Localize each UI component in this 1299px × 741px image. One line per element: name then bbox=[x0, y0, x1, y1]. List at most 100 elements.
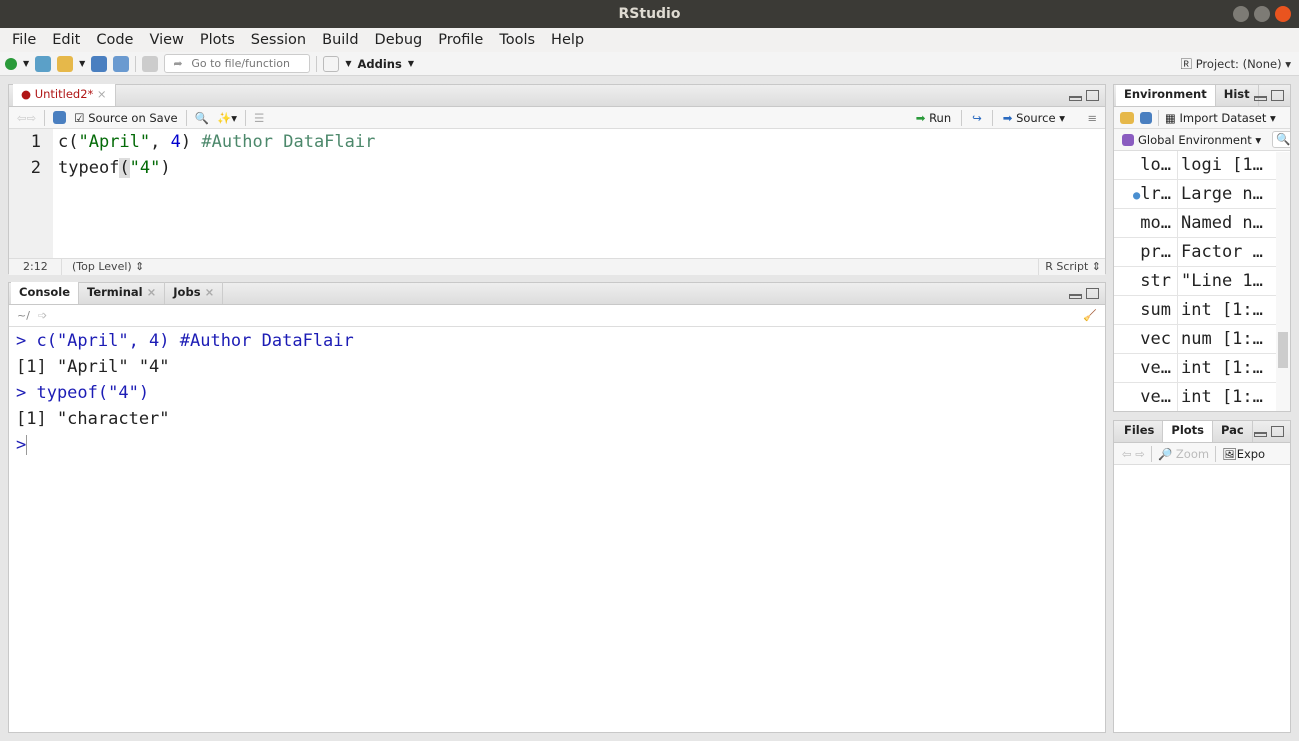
minimize-pane-icon[interactable] bbox=[1069, 294, 1082, 299]
tab-untitled2[interactable]: ● Untitled2* × bbox=[13, 84, 116, 106]
env-scrollbar[interactable] bbox=[1276, 152, 1290, 411]
rerun-icon[interactable]: ↪ bbox=[972, 111, 982, 125]
new-project-icon[interactable] bbox=[35, 55, 52, 72]
env-row[interactable]: mo… Named n… bbox=[1114, 209, 1277, 238]
import-label: Import Dataset bbox=[1179, 110, 1267, 125]
menu-help[interactable]: Help bbox=[543, 28, 592, 52]
env-row[interactable]: lo… logi [1… bbox=[1114, 151, 1277, 180]
search-icon[interactable]: 🔍 bbox=[195, 111, 209, 125]
menu-session[interactable]: Session bbox=[243, 28, 314, 52]
var-value: Factor … bbox=[1181, 242, 1263, 262]
go-to-directory-icon[interactable]: ➩ bbox=[38, 309, 47, 322]
run-button[interactable]: ➡ Run bbox=[916, 111, 951, 125]
outline-icon[interactable]: ☰ bbox=[254, 111, 264, 125]
source-on-save-label: Source on Save bbox=[88, 110, 178, 125]
wand-icon[interactable]: ✨▾ bbox=[217, 111, 237, 125]
layout-grid-icon[interactable] bbox=[323, 55, 340, 72]
maximize-pane-icon[interactable] bbox=[1271, 426, 1284, 437]
menu-debug[interactable]: Debug bbox=[367, 28, 431, 52]
zoom-button[interactable]: 🔎 Zoom bbox=[1158, 447, 1209, 461]
maximize-pane-icon[interactable] bbox=[1271, 90, 1284, 101]
tab-terminal[interactable]: Terminal × bbox=[79, 282, 166, 304]
scope-selector[interactable]: (Top Level) ⇕ bbox=[61, 259, 144, 275]
var-value: "Line 1… bbox=[1181, 271, 1263, 291]
new-file-icon[interactable] bbox=[5, 57, 17, 70]
tab-label: Untitled2* bbox=[34, 87, 94, 101]
tab-history[interactable]: Hist bbox=[1216, 85, 1259, 106]
open-file-icon[interactable] bbox=[57, 55, 74, 72]
menu-plots[interactable]: Plots bbox=[192, 28, 243, 52]
save-icon[interactable] bbox=[53, 111, 67, 124]
close-button[interactable] bbox=[1275, 6, 1291, 22]
scope-label: Global Environment bbox=[1138, 132, 1252, 147]
minimize-pane-icon[interactable] bbox=[1069, 96, 1082, 101]
console-prompt[interactable]: > bbox=[9, 432, 1105, 458]
save-workspace-icon[interactable] bbox=[1140, 111, 1152, 124]
menu-edit[interactable]: Edit bbox=[44, 28, 88, 52]
zoom-label: Zoom bbox=[1175, 446, 1210, 461]
var-value: num [1:… bbox=[1181, 329, 1263, 349]
main-toolbar: ▼ ▼ Go to file/function ▼ Addins▼ 🅁 Proj… bbox=[0, 52, 1299, 76]
tab-label: Jobs bbox=[173, 285, 201, 299]
var-name-text: lr… bbox=[1140, 184, 1171, 204]
project-label: Project: (None) bbox=[1195, 56, 1282, 71]
file-type-selector[interactable]: R Script ⇕ bbox=[1038, 259, 1101, 275]
clear-console-icon[interactable]: 🧹 bbox=[1083, 309, 1097, 322]
search-icon[interactable]: 🔍 bbox=[1272, 131, 1290, 148]
maximize-pane-icon[interactable] bbox=[1086, 90, 1099, 101]
menu-code[interactable]: Code bbox=[88, 28, 141, 52]
minimize-button[interactable] bbox=[1233, 6, 1249, 22]
menu-file[interactable]: File bbox=[4, 28, 44, 52]
code-editor[interactable]: 1 2 c("April", 4) #Author DataFlair typeo… bbox=[9, 129, 1105, 258]
back-forward-icon[interactable]: ⇦⇨ bbox=[17, 111, 36, 125]
tab-environment[interactable]: Environment bbox=[1116, 85, 1216, 106]
tab-files[interactable]: Files bbox=[1116, 421, 1164, 442]
project-menu[interactable]: 🅁 Project: (None) ▾ bbox=[1181, 56, 1291, 72]
environment-scope-selector[interactable]: Global Environment ▾ bbox=[1138, 133, 1261, 147]
maximize-pane-icon[interactable] bbox=[1086, 288, 1099, 299]
menu-profile[interactable]: Profile bbox=[430, 28, 491, 52]
var-value: logi [1… bbox=[1181, 155, 1263, 175]
env-row[interactable]: ve… int [1:… bbox=[1114, 354, 1277, 383]
addins-menu[interactable]: Addins bbox=[357, 57, 401, 71]
env-row[interactable]: ve… int [1:… bbox=[1114, 383, 1277, 411]
working-directory: ~/ bbox=[17, 309, 30, 322]
menu-build[interactable]: Build bbox=[314, 28, 366, 52]
close-tab-icon[interactable]: × bbox=[97, 87, 107, 101]
console-output[interactable]: > c("April", 4) #Author DataFlair [1] "A… bbox=[9, 327, 1105, 458]
source-on-save-checkbox[interactable]: ☑ Source on Save bbox=[74, 111, 177, 125]
minimize-pane-icon[interactable] bbox=[1254, 96, 1267, 101]
import-dataset-button[interactable]: ▦ Import Dataset ▾ bbox=[1165, 111, 1276, 125]
environment-icon bbox=[1122, 133, 1134, 146]
print-icon[interactable] bbox=[142, 55, 159, 72]
var-name: pr… bbox=[1114, 238, 1178, 266]
menu-view[interactable]: View bbox=[141, 28, 191, 52]
prompt-symbol: > bbox=[16, 435, 27, 455]
load-workspace-icon[interactable] bbox=[1120, 111, 1134, 124]
environment-list[interactable]: lo… logi [1… ●lr… Large n… mo… Named n… pr…… bbox=[1114, 151, 1277, 411]
console-pane: Console Terminal × Jobs × ~/ ➩ 🧹 > c("April"… bbox=[8, 282, 1106, 733]
minimize-pane-icon[interactable] bbox=[1254, 432, 1267, 437]
var-value: int [1:… bbox=[1181, 387, 1263, 407]
save-all-icon[interactable] bbox=[113, 55, 130, 72]
run-label: Run bbox=[929, 110, 952, 125]
export-button[interactable]: 🖼Expo bbox=[1222, 447, 1265, 461]
source-button[interactable]: ➡ Source ▾ bbox=[1003, 111, 1065, 125]
env-row[interactable]: vec num [1:… bbox=[1114, 325, 1277, 354]
tab-jobs[interactable]: Jobs × bbox=[165, 282, 224, 304]
var-name: ve… bbox=[1114, 354, 1178, 382]
plot-back-forward-icon[interactable]: ⇦ ⇨ bbox=[1122, 447, 1145, 461]
env-row[interactable]: sum int [1:… bbox=[1114, 296, 1277, 325]
env-row[interactable]: ●lr… Large n… bbox=[1114, 180, 1277, 209]
tab-label: Terminal bbox=[87, 285, 143, 299]
env-row[interactable]: pr… Factor … bbox=[1114, 238, 1277, 267]
save-icon[interactable] bbox=[91, 55, 108, 72]
env-row[interactable]: str "Line 1… bbox=[1114, 267, 1277, 296]
menu-tools[interactable]: Tools bbox=[491, 28, 543, 52]
tab-plots[interactable]: Plots bbox=[1163, 421, 1214, 442]
goto-file-input[interactable]: Go to file/function bbox=[164, 54, 311, 73]
maximize-button[interactable] bbox=[1254, 6, 1270, 22]
doc-outline-icon[interactable]: ≡ bbox=[1087, 111, 1097, 125]
tab-packages[interactable]: Pac bbox=[1213, 421, 1253, 442]
tab-console[interactable]: Console bbox=[11, 282, 80, 304]
